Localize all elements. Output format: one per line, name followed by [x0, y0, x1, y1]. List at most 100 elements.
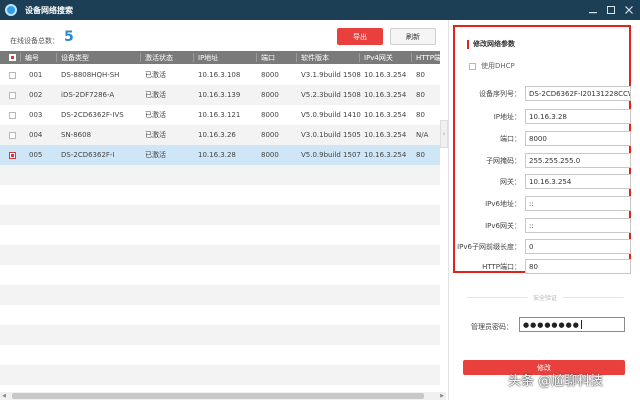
panel-title-text: 修改网络参数 — [473, 40, 515, 48]
field-input[interactable]: 10.16.3.254 — [525, 174, 631, 189]
row-checkbox[interactable] — [9, 151, 16, 159]
field-label: 端口： — [500, 135, 521, 143]
export-button[interactable]: 导出 — [337, 28, 383, 45]
select-all-checkbox-box[interactable] — [9, 54, 16, 61]
column-separator — [256, 53, 257, 62]
row-checkbox[interactable] — [9, 91, 16, 99]
table-cell: 10.16.3.26 — [198, 131, 236, 139]
minimize-icon[interactable] — [584, 0, 602, 20]
row-checkbox[interactable] — [9, 111, 16, 119]
column-header[interactable]: 端口 — [258, 51, 298, 64]
table-row[interactable]: 002 iDS-2DF7286-A 已激活 10.16.3.139 8000 V5.2.3… — [0, 85, 440, 105]
device-table: 编号设备类型激活状态IP地址端口软件版本IPv4网关HTTP端口 001 DS-8… — [0, 51, 440, 391]
table-cell: 8000 — [261, 111, 279, 119]
column-header[interactable]: IPv4网关 — [361, 51, 413, 64]
empty-row — [0, 205, 440, 225]
collapse-panel-chevron-icon[interactable]: › — [440, 120, 448, 148]
close-icon[interactable] — [620, 0, 638, 20]
table-cell: 80 — [416, 111, 425, 119]
online-count-value: 5 — [64, 29, 74, 45]
field-input[interactable]: :: — [525, 196, 631, 211]
column-separator — [296, 53, 297, 62]
column-header[interactable]: 设备类型 — [58, 51, 142, 64]
row-checkbox-cell[interactable] — [6, 85, 20, 105]
table-cell: 已激活 — [145, 71, 166, 79]
field-input[interactable]: 80 — [525, 259, 631, 274]
column-separator — [20, 53, 21, 62]
column-header[interactable]: HTTP端口 — [413, 51, 440, 64]
table-cell: 10.16.3.254 — [364, 151, 407, 159]
table-cell: 80 — [416, 91, 425, 99]
field-input[interactable]: 10.16.3.28 — [525, 109, 631, 124]
empty-row — [0, 165, 440, 185]
select-all-checkbox[interactable] — [6, 51, 20, 64]
row-checkbox[interactable] — [9, 71, 16, 79]
empty-row — [0, 245, 440, 265]
field-label: 子网掩码： — [486, 157, 521, 165]
row-checkbox-cell[interactable] — [6, 65, 20, 85]
table-row[interactable]: 003 DS-2CD6362F-IVS 已激活 10.16.3.121 8000 V5.0… — [0, 105, 440, 125]
empty-row — [0, 285, 440, 305]
table-cell: N/A — [416, 131, 429, 139]
table-cell: 003 — [29, 111, 43, 119]
field-label: IPv6地址： — [485, 200, 521, 208]
admin-password-label: 管理员密码： — [471, 323, 513, 331]
empty-row — [0, 305, 440, 325]
scroll-left-icon[interactable]: ◀ — [0, 392, 8, 400]
table-cell: 004 — [29, 131, 43, 139]
table-cell: 001 — [29, 71, 43, 79]
table-cell: 8000 — [261, 131, 279, 139]
empty-row — [0, 365, 440, 385]
table-row[interactable]: 004 SN-8608 已激活 10.16.3.26 8000 V3.0.1build 1… — [0, 125, 440, 145]
scrollbar-thumb[interactable] — [12, 393, 424, 399]
maximize-icon[interactable] — [602, 0, 620, 20]
field-label: 网关： — [500, 178, 521, 186]
column-header[interactable]: 激活状态 — [142, 51, 195, 64]
row-checkbox[interactable] — [9, 131, 16, 139]
panel-title: 修改网络参数 — [467, 39, 515, 49]
column-header[interactable]: 软件版本 — [298, 51, 361, 64]
field-input[interactable]: 8000 — [525, 131, 631, 146]
row-checkbox-cell[interactable] — [6, 125, 20, 145]
dhcp-checkbox[interactable] — [469, 62, 476, 70]
field-label: IPv6网关： — [485, 222, 521, 230]
empty-row — [0, 185, 440, 205]
table-cell: 8000 — [261, 151, 279, 159]
table-cell: 已激活 — [145, 91, 166, 99]
table-cell: V5.0.9build 1410... — [301, 111, 361, 119]
field-input[interactable]: DS-2CD6362F-I20131228CCWR44( — [525, 86, 631, 101]
table-cell: 10.16.3.121 — [198, 111, 241, 119]
watermark-text: 头条 @尬聊科技 — [508, 374, 604, 389]
admin-password-input[interactable]: ●●●●●●●● — [519, 317, 625, 332]
window-title: 设备网络搜索 — [25, 5, 73, 15]
table-cell: 8000 — [261, 91, 279, 99]
empty-row — [0, 385, 440, 391]
column-header[interactable]: 编号 — [22, 51, 58, 64]
table-cell: 10.16.3.108 — [198, 71, 241, 79]
list-toolbar: 在线设备总数： 5 导出 刷新 — [0, 20, 446, 51]
field-label: IP地址： — [493, 113, 521, 121]
table-cell: iDS-2DF7286-A — [61, 91, 115, 99]
table-cell: 002 — [29, 91, 43, 99]
field-input[interactable]: 0 — [525, 239, 631, 254]
field-input[interactable]: 255.255.255.0 — [525, 153, 631, 168]
refresh-button[interactable]: 刷新 — [390, 28, 436, 45]
dhcp-checkbox-row[interactable]: 使用DHCP — [469, 61, 515, 71]
column-header[interactable]: IP地址 — [195, 51, 258, 64]
table-cell: V3.1.9build 1508... — [301, 71, 361, 79]
table-cell: 已激活 — [145, 111, 166, 119]
row-checkbox-cell[interactable] — [6, 105, 20, 125]
horizontal-scrollbar[interactable]: ◀ ▶ — [0, 392, 446, 400]
table-cell: 10.16.3.254 — [364, 71, 407, 79]
table-row[interactable]: 001 DS-8808HQH-SH 已激活 10.16.3.108 8000 V3.1.9… — [0, 65, 440, 85]
table-cell: 已激活 — [145, 151, 166, 159]
table-row[interactable]: 005 DS-2CD6362F-I 已激活 10.16.3.28 8000 V5.0.9b… — [0, 145, 440, 165]
field-input[interactable]: :: — [525, 218, 631, 233]
table-cell: 10.16.3.28 — [198, 151, 236, 159]
row-checkbox-cell[interactable] — [6, 145, 20, 165]
table-cell: 10.16.3.139 — [198, 91, 241, 99]
table-cell: 10.16.3.254 — [364, 111, 407, 119]
online-count-label: 在线设备总数： — [10, 37, 59, 45]
table-cell: SN-8608 — [61, 131, 92, 139]
scroll-right-icon[interactable]: ▶ — [438, 392, 446, 400]
